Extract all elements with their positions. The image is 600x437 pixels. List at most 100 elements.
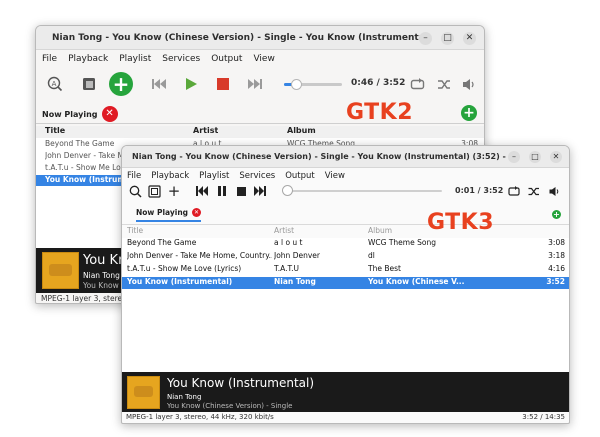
row-title: Beyond The Game <box>127 238 197 247</box>
row-album: The Best <box>368 264 401 273</box>
menu-file[interactable]: File <box>127 171 141 181</box>
stop-icon[interactable] <box>233 183 249 199</box>
gtk2-menubar: File Playback Playlist Services Output V… <box>36 54 484 64</box>
gtk3-label: GTK3 <box>427 210 495 235</box>
search-icon[interactable]: A <box>46 75 64 93</box>
gtk2-seek-knob[interactable] <box>290 79 302 90</box>
menu-playback[interactable]: Playback <box>68 54 108 64</box>
menu-playlist[interactable]: Playlist <box>199 171 229 181</box>
row-artist: T.A.T.U <box>274 264 300 273</box>
row-length: 3:18 <box>548 251 565 260</box>
gtk3-playlist: Beyond The Game a l o u t WCG Theme Song… <box>122 238 569 372</box>
gtk3-time-display: 0:01 / 3:52 <box>455 186 504 195</box>
menu-file[interactable]: File <box>42 54 57 64</box>
gtk3-tab-label: Now Playing <box>136 208 189 217</box>
column-album[interactable]: Album <box>287 126 316 135</box>
gtk2-seek-bar[interactable] <box>284 79 342 90</box>
previous-icon[interactable] <box>150 75 168 93</box>
add-playlist-button[interactable]: + <box>552 210 561 219</box>
row-artist: John Denver <box>274 251 320 260</box>
album-art <box>42 252 79 289</box>
gtk3-column-headers: Title Artist Album <box>122 226 569 237</box>
minimize-button[interactable]: – <box>508 151 520 163</box>
stop-icon[interactable] <box>214 75 232 93</box>
gtk3-window: Nian Tong - You Know (Chinese Version) -… <box>121 145 570 424</box>
menu-view[interactable]: View <box>253 54 274 64</box>
shuffle-icon[interactable] <box>526 183 542 199</box>
table-row[interactable]: You Know (Instrumental) Nian Tong You Kn… <box>122 277 569 289</box>
gtk3-status-left: MPEG-1 layer 3, stereo, 44 kHz, 320 kbit… <box>126 413 274 421</box>
gtk3-window-title: Nian Tong - You Know (Chinese Version) -… <box>132 152 509 161</box>
next-icon[interactable] <box>246 75 264 93</box>
row-artist: Nian Tong <box>274 277 316 286</box>
close-button[interactable]: ✕ <box>463 32 476 45</box>
gtk2-window-title: Nian Tong - You Know (Chinese Version) -… <box>52 33 426 43</box>
next-icon[interactable] <box>252 183 268 199</box>
maximize-button[interactable]: □ <box>529 151 541 163</box>
column-artist[interactable]: Artist <box>274 226 294 235</box>
column-album[interactable]: Album <box>368 226 392 235</box>
gtk2-label: GTK2 <box>346 100 414 125</box>
gtk3-status-bar: MPEG-1 layer 3, stereo, 44 kHz, 320 kbit… <box>122 413 569 423</box>
menu-services[interactable]: Services <box>239 171 275 181</box>
repeat-icon[interactable] <box>506 183 522 199</box>
minimize-button[interactable]: – <box>419 32 432 45</box>
menu-output[interactable]: Output <box>211 54 242 64</box>
menu-view[interactable]: View <box>325 171 345 181</box>
row-length: 3:08 <box>548 238 565 247</box>
maximize-button[interactable]: □ <box>441 32 454 45</box>
svg-text:A: A <box>52 80 57 88</box>
gtk3-info-artist: Nian Tong <box>167 393 202 401</box>
close-button[interactable]: ✕ <box>550 151 562 163</box>
gtk2-time-display: 0:46 / 3:52 <box>351 78 406 88</box>
row-length: 3:52 <box>546 277 565 286</box>
repeat-icon[interactable] <box>408 75 426 93</box>
play-icon[interactable] <box>182 75 200 93</box>
row-length: 4:16 <box>548 264 565 273</box>
table-row[interactable]: t.A.T.u - Show Me Love (Lyrics) T.A.T.U … <box>122 264 569 276</box>
row-album: You Know (Chinese V... <box>368 277 465 286</box>
menu-services[interactable]: Services <box>162 54 200 64</box>
gtk3-titlebar: Nian Tong - You Know (Chinese Version) -… <box>122 146 569 168</box>
column-title[interactable]: Title <box>127 226 143 235</box>
row-album: dl <box>368 251 375 260</box>
volume-icon[interactable] <box>460 75 478 93</box>
row-album: WCG Theme Song <box>368 238 436 247</box>
close-tab-icon[interactable]: ✕ <box>192 208 202 217</box>
table-row[interactable]: John Denver - Take Me Home, Country... J… <box>122 251 569 263</box>
gtk2-tab-row: Now Playing ✕ + <box>36 102 484 124</box>
gtk3-info-bar: You Know (Instrumental) Nian Tong You Kn… <box>122 372 569 412</box>
row-title: John Denver - Take Me Home, Country... <box>127 251 272 260</box>
previous-icon[interactable] <box>194 183 210 199</box>
gtk3-seek-knob[interactable] <box>282 185 293 196</box>
open-files-icon[interactable] <box>146 183 162 199</box>
add-files-button[interactable]: + <box>109 72 133 96</box>
gtk3-tab-now-playing[interactable]: Now Playing ✕ <box>136 208 202 222</box>
gtk2-column-headers: Title Artist Album <box>36 126 484 138</box>
column-title[interactable]: Title <box>45 126 65 135</box>
gtk3-seek-bar[interactable] <box>282 185 442 196</box>
gtk2-info-artist: Nian Tong <box>83 271 120 280</box>
add-playlist-button[interactable]: + <box>461 105 477 121</box>
pause-icon[interactable] <box>214 183 230 199</box>
add-files-icon[interactable]: + <box>166 182 182 200</box>
album-art <box>127 376 160 409</box>
search-icon[interactable] <box>127 183 143 199</box>
menu-playback[interactable]: Playback <box>151 171 189 181</box>
gtk2-toolbar: A + 0:46 / 3:52 <box>36 66 484 102</box>
gtk2-tab-now-playing[interactable]: Now Playing ✕ <box>42 106 118 122</box>
column-artist[interactable]: Artist <box>193 126 218 135</box>
gtk3-info-album: You Know (Chinese Version) - Single <box>167 402 293 410</box>
gtk3-tab-row: Now Playing ✕ + <box>122 205 569 225</box>
open-files-icon[interactable] <box>80 75 98 93</box>
gtk2-titlebar: Nian Tong - You Know (Chinese Version) -… <box>36 26 484 50</box>
gtk2-tab-label: Now Playing <box>42 109 98 119</box>
gtk3-toolbar: + 0:01 / 3:52 <box>122 182 569 200</box>
volume-icon[interactable] <box>547 183 563 199</box>
table-row[interactable]: Beyond The Game a l o u t WCG Theme Song… <box>122 238 569 250</box>
gtk3-info-title: You Know (Instrumental) <box>167 376 315 390</box>
menu-playlist[interactable]: Playlist <box>119 54 151 64</box>
menu-output[interactable]: Output <box>285 171 315 181</box>
shuffle-icon[interactable] <box>435 75 453 93</box>
close-tab-icon[interactable]: ✕ <box>101 106 118 122</box>
